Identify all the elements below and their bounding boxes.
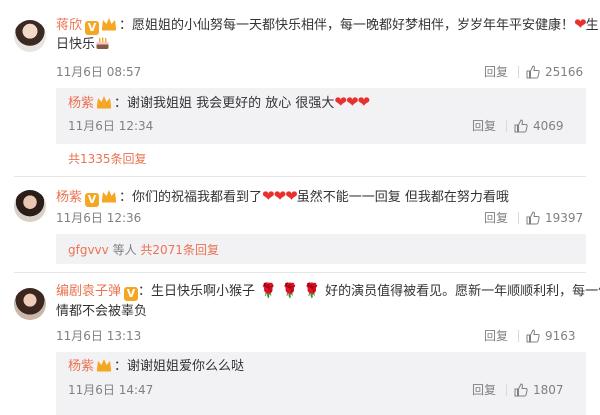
like-button[interactable]: 1807 <box>514 382 564 398</box>
reply-button[interactable]: 回复 <box>484 328 508 344</box>
divider <box>518 330 519 342</box>
sub-reply-user-name[interactable]: 杨紫 <box>68 359 94 374</box>
like-button[interactable]: 4069 <box>514 118 564 134</box>
thumbs-up-icon <box>526 65 540 79</box>
comment-text-line2: 情都不会被辜负 <box>56 304 148 319</box>
thumbs-up-icon <box>526 211 540 225</box>
more-replies-link[interactable]: gfgvvv 等人 共2071条回复 <box>68 242 219 258</box>
comment-date: 11月6日 08:57 <box>56 65 142 79</box>
sub-reply-date: 11月6日 12:34 <box>68 119 154 133</box>
comment-text: 蒋欣 V ：愿姐姐的小仙努每一天都快乐相伴，每一晚都好梦相伴，岁岁年年平安健康！❤生 <box>56 15 599 35</box>
v-badge-icon: V <box>124 287 139 301</box>
reply-button[interactable]: 回复 <box>472 118 496 134</box>
avatar[interactable] <box>14 288 46 320</box>
like-button[interactable]: 25166 <box>526 64 583 80</box>
like-count: 25166 <box>545 65 584 79</box>
divider <box>506 120 507 132</box>
v-badge-icon: V <box>85 193 100 207</box>
crown-icon <box>97 359 112 372</box>
heart-icon: ❤❤❤ <box>262 187 298 205</box>
crown-icon <box>102 18 117 31</box>
comment-text: 编剧袁子弹 V ：生日快乐啊小猴子 🌹 🌹 🌹 好的演员值得被看见。愿新一年顺顺利利… <box>56 283 600 301</box>
comment-text: 杨紫 V ：你们的祝福我都看到了❤❤❤虽然不能一一回复 但我都在努力看哦 <box>56 187 509 207</box>
reply-button[interactable]: 回复 <box>472 382 496 398</box>
comment-text-line2: 日快乐 <box>56 35 110 55</box>
thumbs-up-icon <box>514 383 528 397</box>
sub-reply-text: 杨紫 ：谢谢姐姐爱你么么哒 <box>68 359 245 374</box>
comment-date: 11月6日 13:13 <box>56 329 142 343</box>
comment-user-name[interactable]: 蒋欣 <box>56 18 82 33</box>
avatar[interactable] <box>14 190 46 222</box>
v-badge-icon: V <box>85 21 100 35</box>
divider <box>506 384 507 396</box>
crown-icon <box>97 96 112 109</box>
divider <box>518 66 519 78</box>
sub-reply-text: 杨紫 ：谢谢我姐姐 我会更好的 放心 很强大❤❤❤ <box>68 93 370 111</box>
comment-date: 11月6日 12:36 <box>56 211 142 225</box>
like-count: 19397 <box>545 211 584 225</box>
rose-icon: 🌹 🌹 🌹 <box>255 283 326 299</box>
comment-user-name[interactable]: 编剧袁子弹 <box>56 284 121 299</box>
divider <box>518 212 519 224</box>
sub-reply-user-name[interactable]: 杨紫 <box>68 96 94 111</box>
comment-user-name[interactable]: 杨紫 <box>56 190 82 205</box>
heart-icon: ❤ <box>574 15 587 33</box>
comment-divider <box>14 272 586 273</box>
thumbs-up-icon <box>526 329 540 343</box>
like-count: 9163 <box>545 329 576 343</box>
reply-button[interactable]: 回复 <box>484 64 508 80</box>
sub-reply-date: 11月6日 14:47 <box>68 383 154 397</box>
like-button[interactable]: 19397 <box>526 210 583 226</box>
thumbs-up-icon <box>514 119 528 133</box>
avatar[interactable] <box>14 20 46 52</box>
like-count: 1807 <box>533 383 564 397</box>
more-replies-link[interactable]: 共1335条回复 <box>68 151 147 167</box>
crown-icon <box>102 190 117 203</box>
reply-user-name[interactable]: gfgvvv <box>68 243 109 257</box>
cake-icon <box>96 37 109 49</box>
comment-divider <box>14 176 586 177</box>
reply-button[interactable]: 回复 <box>484 210 508 226</box>
like-button[interactable]: 9163 <box>526 328 576 344</box>
like-count: 4069 <box>533 119 564 133</box>
heart-icon: ❤❤❤ <box>334 93 370 111</box>
